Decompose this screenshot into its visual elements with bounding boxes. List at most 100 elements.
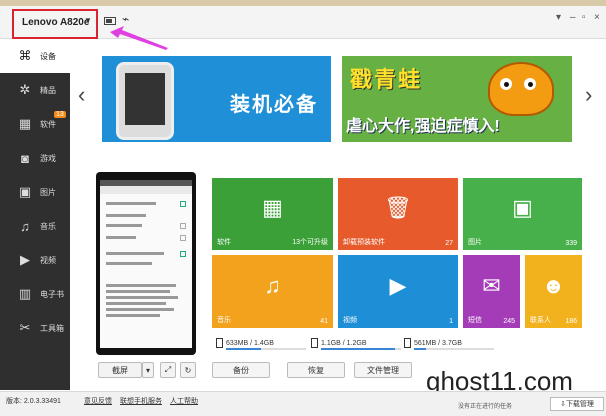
chevron-right-icon[interactable]: › bbox=[585, 82, 592, 108]
checkbox-icon bbox=[180, 223, 186, 229]
screen-line bbox=[106, 202, 156, 205]
tile-count: 13个可升级 bbox=[292, 239, 328, 246]
feedback-link[interactable]: 意见反馈 bbox=[84, 396, 112, 406]
storage-fill bbox=[321, 348, 395, 350]
backup-button[interactable]: 备份 bbox=[212, 362, 270, 378]
device-name[interactable]: Lenovo A820e bbox=[22, 17, 89, 28]
banner-essential-apps[interactable]: 装机必备 bbox=[102, 56, 331, 142]
banner-subtitle: 虐心大作,强迫症慎入! bbox=[346, 118, 500, 135]
sidebar-item-label: 电子书 bbox=[40, 289, 64, 299]
file-manager-button[interactable]: 文件管理 bbox=[354, 362, 412, 378]
tile-software[interactable]: ▦ 软件 13个可升级 bbox=[212, 178, 333, 250]
sidebar-item-toolbox[interactable]: ✂ 工具箱 bbox=[0, 311, 70, 345]
tile-count: 186 bbox=[565, 318, 577, 325]
sidebar-item-device[interactable]: ⌘ 设备 bbox=[0, 39, 70, 73]
tile-music[interactable]: ♫ 音乐 41 bbox=[212, 255, 333, 328]
banner-title: 戳青蛙 bbox=[350, 67, 423, 92]
sidebar-item-label: 图片 bbox=[40, 187, 56, 197]
picture-icon: ▣ bbox=[18, 184, 32, 199]
phone-service-link[interactable]: 联想手机服务 bbox=[120, 396, 162, 406]
banner-game-promo[interactable]: 戳青蛙 虐心大作,强迫症慎入! bbox=[342, 56, 572, 142]
version-text: 版本: 2.0.3.33491 bbox=[6, 398, 61, 405]
chevron-down-icon[interactable]: ▼ bbox=[84, 16, 92, 25]
tile-label: 联系人 bbox=[530, 317, 551, 324]
sidebar-item-music[interactable]: ♫ 音乐 bbox=[0, 209, 70, 243]
tile-pictures[interactable]: ▣ 图片 339 bbox=[463, 178, 582, 250]
tile-label: 音乐 bbox=[217, 317, 231, 324]
sidebar-item-featured[interactable]: ✲ 精品 bbox=[0, 73, 70, 107]
sidebar-item-video[interactable]: ▶ 视频 bbox=[0, 243, 70, 277]
banner-text: 装机必备 bbox=[230, 94, 318, 116]
phone-illustration bbox=[116, 62, 174, 140]
tile-contacts[interactable]: ☻ 联系人 186 bbox=[525, 255, 582, 328]
video-icon: ▶ bbox=[389, 272, 407, 298]
checkbox-icon bbox=[180, 201, 186, 207]
tile-count: 245 bbox=[503, 318, 515, 325]
chevron-down-icon[interactable]: ▾ bbox=[142, 362, 154, 378]
screen-line bbox=[106, 284, 176, 287]
menu-dropdown-icon[interactable]: ▾ bbox=[556, 12, 561, 23]
screen-line bbox=[106, 214, 146, 217]
screen-line bbox=[106, 236, 136, 239]
screen-line bbox=[106, 302, 166, 305]
sidebar-item-label: 音乐 bbox=[40, 221, 56, 231]
video-icon: ▶ bbox=[20, 252, 30, 267]
tile-messages[interactable]: ✉ 短信 245 bbox=[463, 255, 520, 328]
sidebar: ⌘ 设备 ✲ 精品 ▦ 软件 13 ◙ 游戏 ▣ 图片 ♫ 音乐 ▶ 视频 ▥ … bbox=[0, 39, 70, 390]
sidebar-item-label: 工具箱 bbox=[40, 323, 64, 333]
screen-line bbox=[106, 224, 142, 227]
apps-icon: ▦ bbox=[18, 116, 32, 131]
refresh-icon[interactable]: ↻ bbox=[180, 362, 196, 378]
sidebar-item-label: 精品 bbox=[40, 85, 56, 95]
restore-button[interactable]: 恢复 bbox=[287, 362, 345, 378]
storage-bar-sdcard bbox=[414, 348, 494, 350]
storage-text: 1.1GB / 1.2GB bbox=[321, 339, 367, 347]
bird-character-illustration bbox=[488, 62, 554, 116]
screen-line bbox=[106, 252, 164, 255]
sidebar-item-software[interactable]: ▦ 软件 13 bbox=[0, 107, 70, 141]
tile-video[interactable]: ▶ 视频 1 bbox=[338, 255, 458, 328]
screen-line bbox=[106, 262, 152, 265]
storage-text: 561MB / 3.7GB bbox=[414, 339, 462, 347]
tile-count: 339 bbox=[565, 240, 577, 247]
contact-icon: ☻ bbox=[541, 272, 566, 298]
tile-uninstall-preinstalled[interactable]: 🗑 卸载预装软件 27 bbox=[338, 178, 458, 250]
internal-storage-icon bbox=[311, 338, 318, 348]
checkbox-icon bbox=[180, 251, 186, 257]
close-button[interactable]: × bbox=[594, 12, 600, 23]
screen-line bbox=[106, 308, 174, 311]
phone-app-header bbox=[100, 186, 192, 194]
storage-bar-internal bbox=[321, 348, 401, 350]
storage-fill bbox=[226, 348, 262, 350]
eye-icon bbox=[500, 78, 512, 90]
task-status-text: 没有正在进行的任务 bbox=[458, 404, 513, 410]
update-badge: 13 bbox=[54, 111, 66, 118]
storage-bar-phone bbox=[226, 348, 306, 350]
tile-label: 短信 bbox=[468, 317, 482, 324]
book-icon: ▥ bbox=[18, 286, 32, 301]
device-screen-preview bbox=[96, 172, 196, 355]
sidebar-item-pictures[interactable]: ▣ 图片 bbox=[0, 175, 70, 209]
sidebar-item-label: 设备 bbox=[40, 51, 56, 61]
message-icon: ✉ bbox=[482, 272, 501, 298]
minimize-button[interactable]: – bbox=[570, 12, 576, 23]
sidebar-item-ebook[interactable]: ▥ 电子书 bbox=[0, 277, 70, 311]
screen-line bbox=[106, 290, 170, 293]
download-manager-label: 下载管理 bbox=[565, 401, 594, 408]
sdcard-icon bbox=[404, 338, 411, 348]
sidebar-item-label: 视频 bbox=[40, 255, 56, 265]
manual-help-link[interactable]: 人工帮助 bbox=[170, 396, 198, 406]
sidebar-item-label: 游戏 bbox=[40, 153, 56, 163]
tile-label: 视频 bbox=[343, 317, 357, 324]
maximize-button[interactable]: ▫ bbox=[582, 12, 586, 23]
phone-illustration-screen bbox=[125, 73, 165, 125]
tile-label: 图片 bbox=[468, 239, 482, 246]
download-manager-button[interactable]: ⇩ 下载管理 bbox=[550, 397, 604, 411]
trash-icon: 🗑 bbox=[384, 195, 412, 221]
phone-storage-icon bbox=[216, 338, 223, 348]
sidebar-item-games[interactable]: ◙ 游戏 bbox=[0, 141, 70, 175]
tile-count: 41 bbox=[320, 318, 328, 325]
chevron-left-icon[interactable]: ‹ bbox=[78, 82, 85, 108]
fullscreen-icon[interactable]: ⤢ bbox=[160, 362, 176, 378]
screenshot-button[interactable]: 截屏 bbox=[98, 362, 142, 378]
